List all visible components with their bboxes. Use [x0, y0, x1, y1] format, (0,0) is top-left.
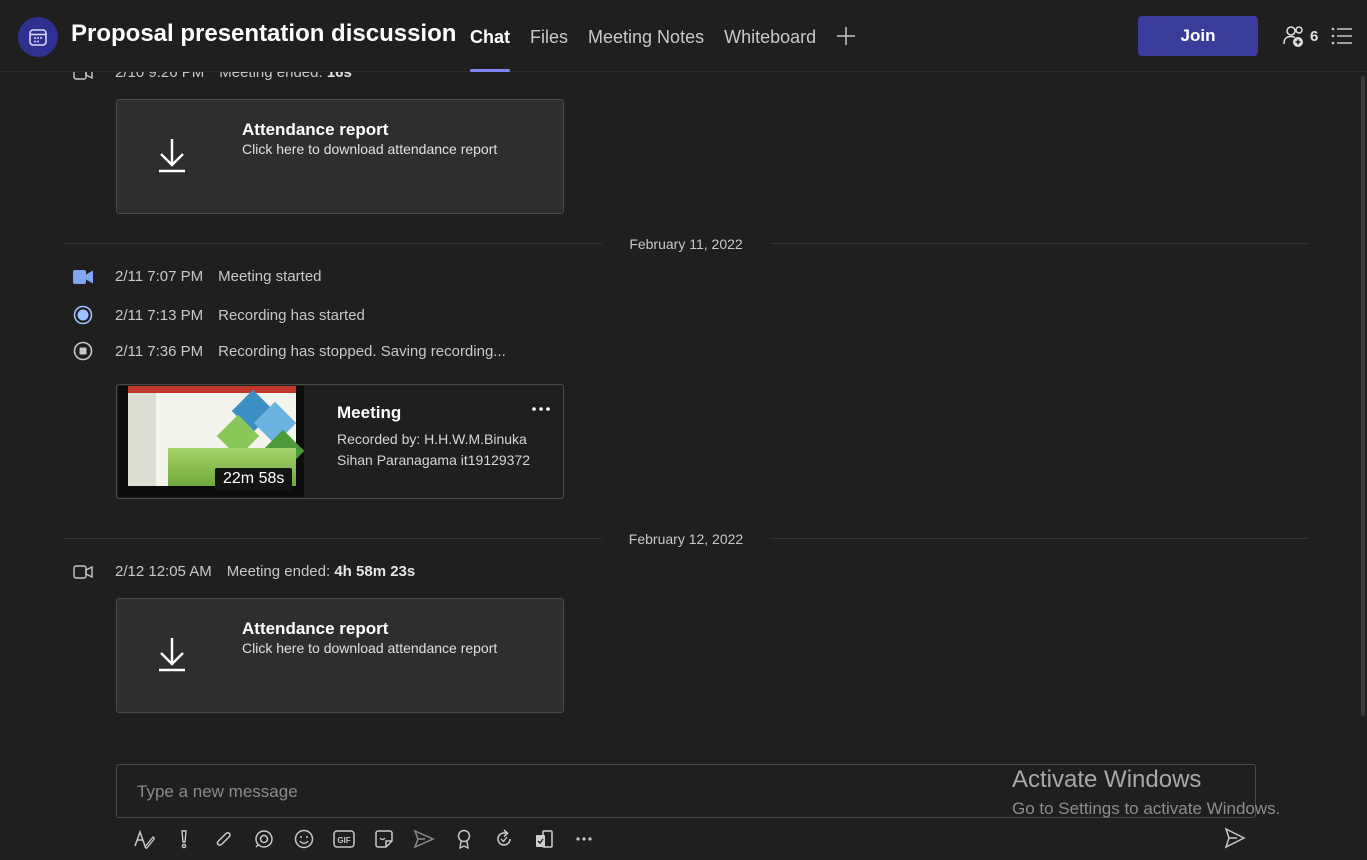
download-icon [157, 635, 187, 678]
event-time: 2/10 9:26 PM [115, 72, 205, 81]
event-time: 2/11 7:36 PM [115, 342, 204, 360]
video-camera-icon [72, 564, 94, 579]
recording-author: Recorded by: H.H.W.M.Binuka Sihan Parana… [337, 431, 531, 468]
event-text: Recording has stopped. Saving recording.… [218, 342, 506, 360]
record-icon [72, 305, 94, 325]
join-button[interactable]: Join [1138, 16, 1258, 56]
activate-windows-watermark: Activate Windows Go to Settings to activ… [1012, 766, 1280, 819]
card-subtitle: Click here to download attendance report [242, 640, 498, 656]
event-recording-started: 2/11 7:13 PM Recording has started [72, 305, 365, 325]
recording-duration: 22m 58s [215, 468, 293, 490]
important-icon[interactable] [164, 826, 204, 852]
event-meeting-ended-partial: 2/10 9:26 PM Meeting ended: 16s [72, 72, 352, 81]
recording-title: Meeting [337, 403, 402, 422]
tab-meeting-notes[interactable]: Meeting Notes [588, 0, 704, 72]
event-duration: 16s [326, 72, 352, 81]
svg-text:GIF: GIF [337, 836, 350, 845]
stop-record-icon [72, 341, 94, 361]
event-recording-stopped: 2/11 7:36 PM Recording has stopped. Savi… [72, 341, 506, 361]
watermark-title: Activate Windows [1012, 766, 1202, 793]
watermark-subtitle: Go to Settings to activate Windows. [1012, 799, 1281, 818]
format-icon[interactable] [124, 826, 164, 852]
calendar-icon [18, 17, 58, 57]
video-camera-icon [72, 269, 94, 285]
recording-card[interactable]: 22m 58s Meeting Recorded by: H.H.W.M.Bin… [116, 384, 564, 499]
card-subtitle: Click here to download attendance report [242, 141, 498, 157]
event-text: Recording has started [218, 306, 365, 324]
page-title: Proposal presentation discussion [71, 20, 457, 47]
event-text: Meeting ended: [226, 563, 331, 580]
attendance-report-card[interactable]: Attendance report Click here to download… [116, 598, 564, 713]
participants-button[interactable]: 6 [1282, 24, 1318, 48]
more-icon[interactable] [564, 826, 604, 852]
send-icon[interactable] [1224, 827, 1246, 854]
compose-toolbar: GIF [124, 826, 604, 852]
event-meeting-ended: 2/12 12:05 AM Meeting ended: 4h 58m 23s [72, 563, 415, 580]
emoji-icon[interactable] [284, 826, 324, 852]
sticker-icon[interactable] [364, 826, 404, 852]
attendance-report-card[interactable]: Attendance report Click here to download… [116, 99, 564, 214]
event-time: 2/11 7:07 PM [115, 268, 204, 285]
meeting-header: Proposal presentation discussion Chat Fi… [0, 0, 1367, 72]
update-icon[interactable] [484, 826, 524, 852]
attach-icon[interactable] [204, 826, 244, 852]
event-duration: 4h 58m 23s [334, 563, 416, 580]
event-time: 2/12 12:05 AM [115, 563, 212, 580]
gif-icon[interactable]: GIF [324, 826, 364, 852]
add-tab-icon[interactable] [836, 0, 856, 72]
card-title: Attendance report [242, 120, 389, 139]
more-options-icon[interactable] [531, 399, 551, 417]
approvals-icon[interactable] [524, 826, 564, 852]
card-title: Attendance report [242, 619, 389, 638]
meeting-details-icon[interactable] [1331, 26, 1353, 51]
date-divider-label: February 12, 2022 [602, 531, 770, 547]
date-divider-label: February 11, 2022 [602, 236, 770, 252]
download-icon [157, 136, 187, 179]
recording-thumbnail[interactable]: 22m 58s [118, 386, 304, 497]
event-meeting-started: 2/11 7:07 PM Meeting started [72, 268, 322, 285]
tab-bar: Chat Files Meeting Notes Whiteboard [470, 0, 856, 72]
loop-icon[interactable] [244, 826, 284, 852]
people-add-icon [1283, 26, 1303, 47]
tab-whiteboard[interactable]: Whiteboard [724, 0, 816, 72]
schedule-send-icon[interactable] [404, 826, 444, 852]
scrollbar[interactable] [1361, 76, 1365, 716]
praise-icon[interactable] [444, 826, 484, 852]
event-time: 2/11 7:13 PM [115, 306, 204, 324]
message-input[interactable] [137, 779, 997, 805]
chat-thread[interactable]: 2/10 9:26 PM Meeting ended: 16s Attendan… [0, 72, 1367, 752]
tab-chat[interactable]: Chat [470, 0, 510, 72]
event-text: Meeting ended: [219, 72, 323, 81]
event-text: Meeting started [218, 268, 322, 285]
participant-count: 6 [1310, 27, 1319, 45]
video-camera-icon [72, 72, 94, 80]
tab-files[interactable]: Files [530, 0, 568, 72]
